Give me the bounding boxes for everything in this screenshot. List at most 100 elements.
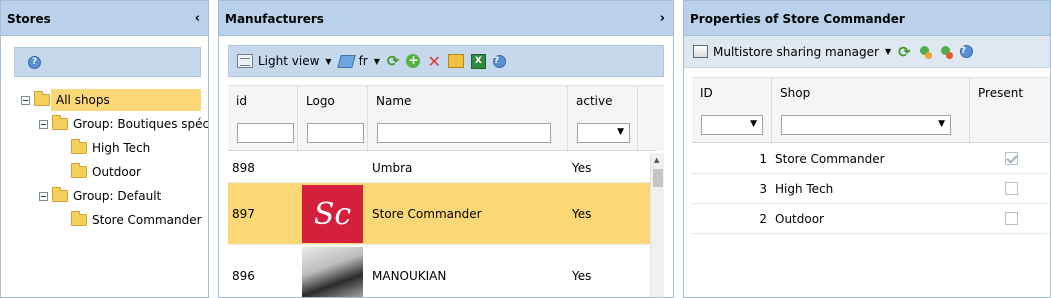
column-shop[interactable]: Shop ▼ bbox=[772, 78, 970, 144]
collapse-toggle-icon[interactable] bbox=[21, 96, 30, 105]
cell-name: Umbra bbox=[372, 160, 413, 175]
dropdown-caret-icon: ▼ bbox=[884, 47, 892, 56]
share-remove-icon[interactable] bbox=[939, 45, 953, 59]
refresh-icon[interactable]: ⟳ bbox=[387, 52, 400, 70]
column-active-label: active bbox=[576, 94, 613, 108]
manoukian-photo bbox=[302, 247, 363, 297]
table-row[interactable]: 896 MANOUKIAN Yes bbox=[228, 245, 656, 297]
help-icon[interactable]: ? bbox=[28, 56, 41, 69]
column-logo[interactable]: Logo bbox=[298, 86, 368, 152]
tree-item-label: Store Commander bbox=[92, 213, 202, 227]
column-name[interactable]: Name bbox=[368, 86, 568, 152]
filter-id-select[interactable]: ▼ bbox=[701, 115, 763, 135]
collapse-arrow-icon[interactable]: ‹ bbox=[195, 11, 200, 26]
column-id[interactable]: id bbox=[228, 86, 298, 152]
column-logo-label: Logo bbox=[306, 94, 335, 108]
cell-active: Yes bbox=[572, 160, 592, 175]
properties-panel: Properties of Store Commander Multistore… bbox=[683, 0, 1051, 298]
manufacturers-panel: Manufacturers › Light view ▼ fr ▼ ⟳ + ✕ … bbox=[218, 0, 674, 298]
tree-item-label: Group: Default bbox=[73, 189, 162, 203]
stores-toolbar: ? bbox=[14, 47, 201, 77]
column-name-label: Name bbox=[376, 94, 412, 108]
multistore-selector[interactable]: Multistore sharing manager ▼ bbox=[693, 45, 891, 59]
scroll-thumb[interactable] bbox=[653, 169, 663, 187]
table-row[interactable]: 3 High Tech bbox=[692, 174, 1050, 204]
dropdown-caret-icon: ▼ bbox=[938, 119, 945, 129]
delete-icon[interactable]: ✕ bbox=[427, 52, 440, 71]
help-icon[interactable]: ? bbox=[959, 45, 973, 58]
cell-shop: Outdoor bbox=[775, 211, 824, 226]
tree-item-group-default[interactable]: Group: Default bbox=[39, 185, 161, 207]
cell-id: 897 bbox=[232, 206, 255, 221]
dropdown-caret-icon: ▼ bbox=[750, 119, 757, 129]
folder-icon bbox=[52, 115, 68, 130]
excel-export-icon[interactable]: X bbox=[470, 53, 486, 69]
column-id[interactable]: ID ▼ bbox=[692, 78, 772, 144]
folder-icon bbox=[71, 139, 87, 154]
image-icon[interactable] bbox=[447, 54, 464, 68]
manufacturers-title: Manufacturers bbox=[225, 12, 324, 26]
language-flag-icon bbox=[336, 54, 356, 68]
present-checkbox[interactable] bbox=[1005, 212, 1018, 225]
cell-name: Store Commander bbox=[372, 206, 482, 221]
multistore-label: Multistore sharing manager bbox=[713, 44, 879, 59]
stores-header: Stores ‹ bbox=[1, 1, 208, 36]
column-active[interactable]: active ▼ bbox=[568, 86, 638, 152]
scroll-up-icon[interactable]: ▲ bbox=[654, 156, 659, 164]
folder-icon bbox=[71, 163, 87, 178]
filter-shop-select[interactable]: ▼ bbox=[781, 115, 951, 135]
tree-item-group-boutiques[interactable]: Group: Boutiques spécia bbox=[39, 113, 209, 135]
tree-item-all-shops[interactable]: All shops bbox=[34, 89, 201, 111]
filter-name-input[interactable] bbox=[377, 123, 551, 143]
network-icon bbox=[693, 45, 708, 58]
vertical-scrollbar[interactable]: ▲ bbox=[650, 153, 664, 297]
dropdown-caret-icon: ▼ bbox=[325, 56, 332, 66]
folder-icon bbox=[34, 91, 50, 106]
language-selector[interactable]: fr ▼ bbox=[336, 54, 380, 68]
add-icon[interactable]: + bbox=[406, 54, 421, 68]
present-cell bbox=[1005, 144, 1025, 173]
collapse-toggle-icon[interactable] bbox=[39, 191, 48, 201]
tree-item-label: All shops bbox=[56, 93, 110, 107]
properties-title: Properties of Store Commander bbox=[690, 12, 905, 26]
share-add-icon[interactable] bbox=[918, 45, 932, 59]
cell-shop: High Tech bbox=[775, 181, 834, 196]
cell-id: 2 bbox=[759, 211, 767, 226]
dropdown-caret-icon: ▼ bbox=[617, 127, 624, 137]
filter-id-input[interactable] bbox=[237, 123, 294, 143]
column-present-label: Present bbox=[978, 86, 1024, 100]
cell-id: 1 bbox=[759, 151, 767, 166]
stores-panel: Stores ‹ ? All shops Group: Boutiques sp… bbox=[0, 0, 209, 298]
collapse-toggle-icon[interactable] bbox=[39, 119, 48, 129]
grid-view-icon bbox=[237, 54, 253, 68]
help-icon[interactable]: ? bbox=[492, 54, 506, 68]
filter-active-select[interactable]: ▼ bbox=[577, 123, 630, 143]
view-selector[interactable]: Light view ▼ bbox=[237, 54, 332, 68]
cell-shop: Store Commander bbox=[775, 151, 885, 166]
column-present[interactable]: Present bbox=[970, 78, 1050, 144]
cell-name: MANOUKIAN bbox=[372, 269, 447, 283]
present-checkbox[interactable] bbox=[1005, 182, 1018, 195]
cell-id: 3 bbox=[759, 181, 767, 196]
folder-icon bbox=[52, 187, 68, 202]
filter-logo-input[interactable] bbox=[307, 123, 364, 143]
tree-item-outdoor[interactable]: Outdoor bbox=[71, 161, 141, 183]
tree-item-store-commander[interactable]: Store Commander bbox=[71, 209, 202, 231]
logo-image bbox=[302, 247, 363, 297]
cell-id: 898 bbox=[232, 160, 255, 175]
cell-active: Yes bbox=[572, 206, 592, 221]
tree-item-high-tech[interactable]: High Tech bbox=[71, 137, 150, 159]
table-row[interactable]: 1 Store Commander bbox=[692, 144, 1050, 174]
manufacturers-grid-header: id Logo Name active ▼ bbox=[228, 85, 656, 152]
view-label: Light view bbox=[258, 54, 320, 68]
grid-header-spacer bbox=[656, 85, 664, 151]
present-checkbox[interactable] bbox=[1005, 152, 1018, 165]
tree-item-label: Group: Boutiques spécia bbox=[73, 117, 209, 131]
refresh-icon[interactable]: ⟳ bbox=[898, 43, 911, 61]
table-row[interactable]: 2 Outdoor bbox=[692, 204, 1050, 234]
expand-arrow-icon[interactable]: › bbox=[660, 11, 665, 26]
store-commander-logo: Sc bbox=[302, 185, 363, 243]
table-row[interactable]: 897 Sc Store Commander Yes bbox=[228, 183, 656, 245]
cell-id: 896 bbox=[232, 269, 255, 283]
table-row[interactable]: 898 Umbra Yes bbox=[228, 153, 656, 183]
